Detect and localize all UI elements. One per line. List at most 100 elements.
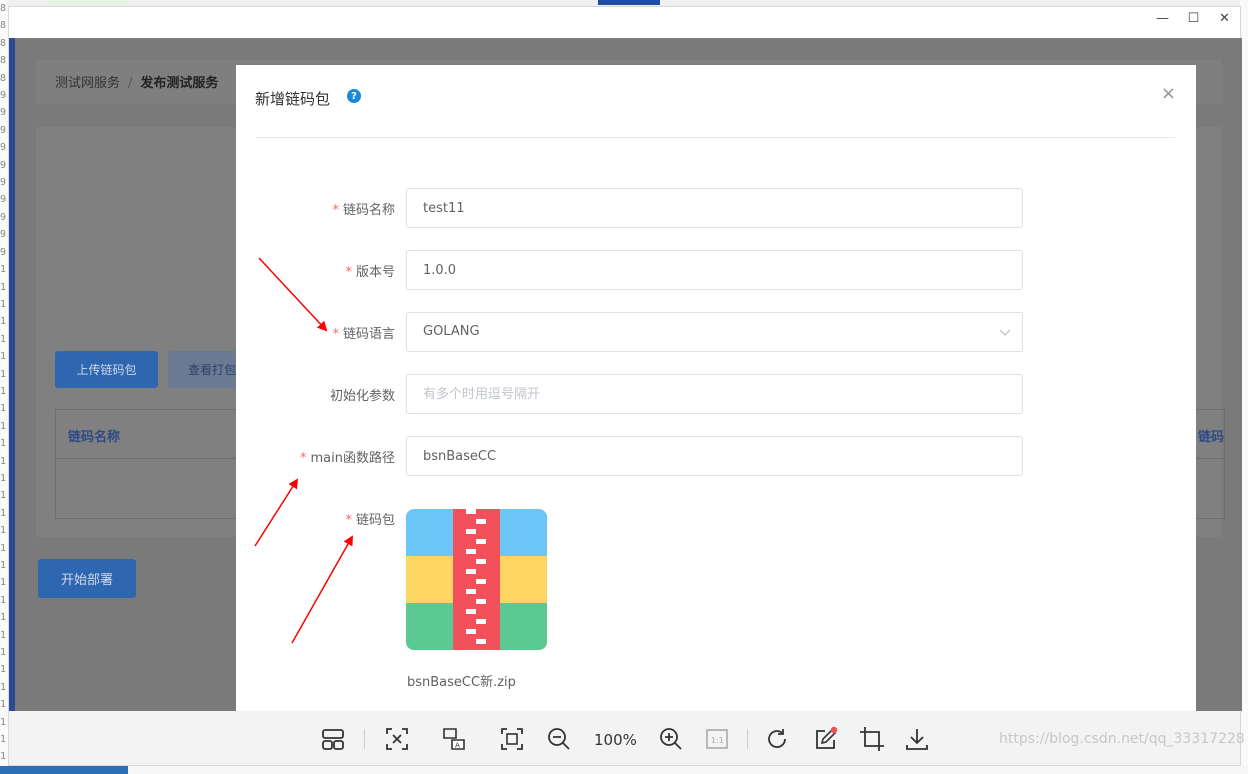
window-controls: — ☐ ✕ [1147,7,1240,37]
toolbar-separator [747,729,748,749]
zipper-tooth [466,609,476,614]
line-number: 1 [0,734,7,746]
zipper-tooth [466,549,476,554]
line-number: 1 [0,403,7,415]
init-params-input[interactable] [406,374,1023,414]
table-header-right: 链码 [1197,430,1224,445]
line-number: 1 [0,490,7,502]
screenshot-canvas: 测试网服务 / 发布测试服务 上传链码包 查看打包 链码名称 链码 开始部署 新增链… [9,38,1242,711]
zipper-tooth [466,509,476,514]
desktop-left-strip: 8 8 8 8 8 9 9 9 9 9 9 9 9 9 9 1 1 1 1 1 1 1 1 1 1 1 1 1 1 1 1 1 1 1 1 1 1 1 1 1… [0,0,8,774]
form-row-package: * 链码包 [236,498,1196,538]
line-number: 9 [0,177,7,189]
required-mark: * [332,327,339,342]
line-number: 1 [0,699,7,711]
download-icon[interactable] [904,726,930,752]
help-icon[interactable]: ? [347,89,361,103]
page-sidebar-edge [9,38,15,711]
line-number: 1 [0,264,7,276]
required-mark: * [300,451,307,466]
zoom-out-icon[interactable] [546,726,572,752]
taskbar-item[interactable] [0,766,128,774]
zoom-in-icon[interactable] [658,726,684,752]
close-icon[interactable]: × [1161,83,1176,104]
form-row-version: * 版本号 [236,250,1196,290]
edit-icon[interactable] [813,726,839,752]
image-viewer-window: — ☐ ✕ 测试网服务 / 发布测试服务 上传链码包 查看打包 链码名称 链码 开始… [8,6,1245,766]
line-number: 1 [0,681,7,693]
zip-file-icon[interactable] [406,509,547,650]
line-number: 1 [0,420,7,432]
fit-screen-icon[interactable] [384,726,410,752]
line-number: 1 [0,507,7,519]
required-mark: * [345,265,352,280]
line-number: 1 [0,368,7,380]
main-path-input[interactable] [406,436,1023,476]
fullscreen-icon[interactable] [499,726,525,752]
form-row-main-path: * main函数路径 [236,436,1196,476]
breadcrumb-item-testnet[interactable]: 测试网服务 [55,76,120,91]
desktop-taskbar [0,766,1248,774]
line-number: 1 [0,647,7,659]
zipper-tooth [476,639,486,644]
label-init-params: 初始化参数 [329,389,395,404]
line-number: 8 [0,20,7,32]
line-number: 8 [0,55,7,67]
background-tab-active [598,0,660,5]
maximize-button[interactable]: ☐ [1178,7,1209,29]
add-package-dialog: 新增链码包 ? × *链码名称 *版本号 *链码语言 GOLANG 初始化参数 [236,65,1196,711]
crop-icon[interactable] [859,726,885,752]
toolbar-separator [364,729,365,749]
zipper-tooth [466,589,476,594]
watermark-text: https://blog.csdn.net/qq_33317228 [999,731,1245,747]
breadcrumb: 测试网服务 / 发布测试服务 [55,72,218,91]
line-number: 1 [0,612,7,624]
dialog-title: 新增链码包 [255,90,331,108]
table-header-name: 链码名称 [68,430,121,445]
start-deploy-button[interactable]: 开始部署 [38,559,136,598]
label-text: main函数路径 [310,451,395,466]
label-chaincode-name: * 链码名称 [332,199,395,218]
line-number: 9 [0,107,7,119]
line-number: 1 [0,455,7,467]
label-main-path: * main函数路径 [300,447,395,466]
translate-icon[interactable]: A [441,726,467,752]
actual-size-icon[interactable]: 1:1 [704,726,730,752]
label-language: * 链码语言 [332,323,395,342]
line-number: 1 [0,577,7,589]
close-window-button[interactable]: ✕ [1209,7,1240,29]
label-version: * 版本号 [345,261,395,280]
svg-text:1:1: 1:1 [711,736,724,745]
language-select[interactable]: GOLANG [406,312,1023,352]
zipper-tooth [476,619,486,624]
label-text: 链码语言 [342,327,395,342]
line-number: 1 [0,542,7,554]
line-number: 9 [0,194,7,206]
line-number: 1 [0,333,7,345]
minimize-button[interactable]: — [1147,7,1178,29]
label-text: 链码名称 [342,203,395,218]
line-number: 1 [0,281,7,293]
breadcrumb-separator: / [128,76,133,91]
zipper-tooth [476,579,486,584]
zoom-level: 100% [594,731,637,749]
version-input[interactable] [406,250,1023,290]
rotate-icon[interactable] [765,726,791,752]
zipper-tooth [476,539,486,544]
required-mark: * [345,513,352,528]
line-number: 9 [0,90,7,102]
line-number: 9 [0,142,7,154]
line-numbers: 8 8 8 8 8 9 9 9 9 9 9 9 9 9 9 1 1 1 1 1 1 1 1 1 1 1 1 1 1 1 1 1 1 1 1 1 1 1 1 1… [0,0,6,766]
svg-text:A: A [455,742,460,750]
line-number: 9 [0,159,7,171]
upload-package-button[interactable]: 上传链码包 [55,351,158,388]
layout-icon[interactable] [320,726,346,752]
chaincode-name-input[interactable] [406,188,1023,228]
line-number: 8 [0,72,7,84]
line-number: 9 [0,124,7,136]
line-number: 1 [0,351,7,363]
required-mark: * [332,203,339,218]
viewer-toolbar: A 100% 1:1 https://blog.csdn.net/qq_3331… [9,711,1245,765]
label-text: 版本号 [355,265,395,280]
breadcrumb-item-current: 发布测试服务 [140,76,219,91]
